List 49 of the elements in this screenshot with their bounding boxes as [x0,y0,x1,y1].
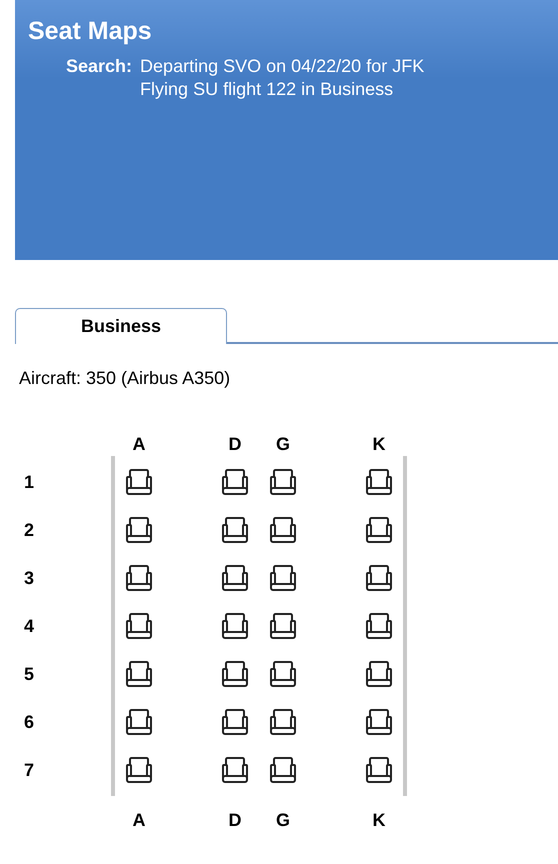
seat-icon[interactable] [126,708,152,736]
seat-column-letter: A [132,432,146,456]
seat-icon[interactable] [366,612,392,640]
seat-icon[interactable] [222,660,248,688]
row-number: 1 [24,470,34,494]
seat-icon[interactable] [126,516,152,544]
seat-column-letter: G [276,432,290,456]
seat-icon[interactable] [126,660,152,688]
seat-icon[interactable] [126,756,152,784]
seat-column-letter: D [228,808,242,832]
cabin-tab[interactable]: Business [15,308,227,344]
seat-icon[interactable] [270,612,296,640]
seat-icon[interactable] [222,612,248,640]
search-label: Search: [66,55,132,78]
seat-column-letter: A [132,808,146,832]
seat-icon[interactable] [222,564,248,592]
seat-icon[interactable] [366,708,392,736]
seat-icon[interactable] [270,756,296,784]
seat-column-letter: G [276,808,290,832]
seat-icon[interactable] [126,468,152,496]
seat-icon[interactable] [366,516,392,544]
row-number: 2 [24,518,34,542]
seat-icon[interactable] [270,708,296,736]
seat-icon[interactable] [270,660,296,688]
search-summary: Departing SVO on 04/22/20 for JFK [140,55,424,78]
seat-icon[interactable] [270,516,296,544]
row-number: 4 [24,614,34,638]
seat-icon[interactable] [222,468,248,496]
seat-icon[interactable] [270,468,296,496]
seat-icon[interactable] [270,564,296,592]
seat-icon[interactable] [222,708,248,736]
page-title: Seat Maps [28,16,152,46]
seat-column-letter: D [228,432,242,456]
seat-icon[interactable] [222,516,248,544]
seat-icon[interactable] [366,468,392,496]
seat-icon[interactable] [366,660,392,688]
row-number: 3 [24,566,34,590]
seat-icon[interactable] [222,756,248,784]
row-number: 7 [24,758,34,782]
aircraft-info: Aircraft: 350 (Airbus A350) [18,367,230,390]
seat-icon[interactable] [126,564,152,592]
search-summary: Flying SU flight 122 in Business [140,78,394,101]
seat-column-letter: K [372,432,386,456]
seat-icon[interactable] [366,756,392,784]
row-number: 5 [24,662,34,686]
seat-icon[interactable] [126,612,152,640]
seat-column-letter: K [372,808,386,832]
seat-icon[interactable] [366,564,392,592]
row-number: 6 [24,710,34,734]
